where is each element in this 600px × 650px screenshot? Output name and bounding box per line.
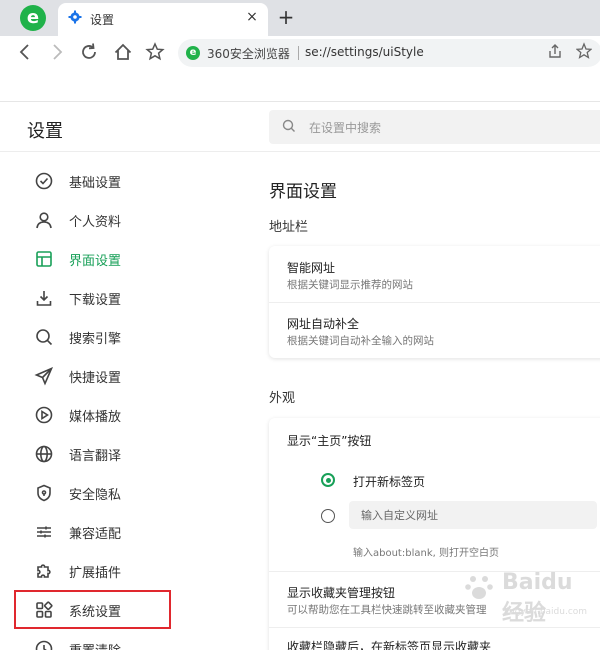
sidebar-item-reset[interactable]: 重置清除 — [22, 629, 222, 650]
group-label-appearance: 外观 — [269, 391, 296, 406]
sidebar-item-download[interactable]: 下载设置 — [22, 278, 222, 316]
sidebar-item-label: 兼容适配 — [69, 527, 122, 542]
settings-search-input[interactable]: 在设置中搜索 — [269, 110, 600, 144]
setting-title-home-button: 显示“主页”按钮 — [287, 434, 372, 448]
sidebar-item-compat[interactable]: 兼容适配 — [22, 512, 222, 550]
browser-toolbar: e 360安全浏览器 se://settings/uiStyle — [0, 36, 600, 70]
highlight-annotation — [14, 590, 171, 629]
search-icon — [281, 118, 297, 134]
sidebar-item-media[interactable]: 媒体播放 — [22, 395, 222, 433]
favorite-star-icon[interactable] — [575, 42, 593, 64]
section-title: 界面设置 — [269, 182, 337, 202]
tab-settings[interactable]: 设置 × — [58, 3, 268, 36]
paw-logo-icon — [464, 572, 494, 609]
play-icon — [34, 405, 54, 425]
forward-icon[interactable] — [46, 40, 68, 64]
sidebar-item-profile[interactable]: 个人资料 — [22, 200, 222, 238]
sidebar-item-label: 个人资料 — [69, 215, 122, 230]
setting-title: 智能网址 — [287, 261, 336, 275]
history-icon — [34, 639, 54, 650]
setting-desc: 根据关键词自动补全输入的网站 — [287, 335, 434, 347]
sidebar-item-label: 界面设置 — [69, 254, 122, 269]
gear-icon — [68, 10, 82, 24]
address-bar-card: 智能网址 根据关键词显示推荐的网站 网址自动补全 根据关键词自动补全输入的网站 — [269, 246, 600, 358]
setting-desc: 根据关键词显示推荐的网站 — [287, 279, 413, 291]
address-bar-url[interactable]: se://settings/uiStyle — [305, 45, 424, 59]
layout-icon — [34, 249, 54, 269]
address-bar-brand: 360安全浏览器 — [207, 47, 290, 61]
sidebar-item-translate[interactable]: 语言翻译 — [22, 434, 222, 472]
custom-url-input[interactable] — [349, 501, 597, 529]
sliders-icon — [34, 522, 54, 542]
sidebar-item-interface[interactable]: 界面设置 — [22, 239, 222, 277]
new-tab-button[interactable]: + — [276, 6, 296, 28]
setting-desc: 可以帮助您在工具栏快速跳转至收藏夹管理 — [287, 604, 487, 616]
address-bar[interactable]: e 360安全浏览器 se://settings/uiStyle — [178, 39, 600, 67]
sidebar-item-search-engine[interactable]: 搜索引擎 — [22, 317, 222, 355]
radio-custom-url[interactable] — [321, 509, 335, 523]
tab-close-icon[interactable]: × — [244, 9, 260, 25]
setting-bookmark-hidden-newtab[interactable]: 收藏栏隐藏后，在新标签页显示收藏夹 — [269, 628, 600, 650]
setting-title: 收藏栏隐藏后，在新标签页显示收藏夹 — [287, 640, 492, 650]
sidebar-item-privacy[interactable]: 安全隐私 — [22, 473, 222, 511]
settings-sidebar: 基础设置 个人资料 界面设置 下载设置 搜索引擎 快捷设置 媒体播放 语言翻译 … — [0, 152, 240, 650]
setting-title: 显示收藏夹管理按钮 — [287, 586, 396, 600]
tab-strip: e 设置 × + — [0, 0, 600, 36]
sidebar-item-label: 安全隐私 — [69, 488, 122, 503]
check-circle-icon — [34, 171, 54, 191]
home-icon[interactable] — [112, 40, 134, 64]
tab-title: 设置 — [90, 13, 115, 27]
sidebar-item-label: 搜索引擎 — [69, 332, 122, 347]
send-icon — [34, 366, 54, 386]
watermark-text: Baidu 经验 — [502, 570, 573, 626]
sidebar-item-label: 下载设置 — [69, 293, 122, 308]
search-placeholder: 在设置中搜索 — [309, 121, 382, 135]
site-security-icon: e — [186, 46, 200, 60]
shield-icon — [34, 483, 54, 503]
share-icon[interactable] — [548, 43, 562, 63]
radio-new-tab[interactable] — [321, 473, 335, 487]
sidebar-item-label: 基础设置 — [69, 176, 122, 191]
baidu-watermark: Baidu 经验 jingyan.baidu.com — [464, 570, 594, 630]
watermark-sub: jingyan.baidu.com — [504, 607, 588, 617]
address-bar-separator — [298, 46, 299, 60]
puzzle-icon — [34, 561, 54, 581]
setting-title: 网址自动补全 — [287, 317, 360, 331]
sidebar-item-extensions[interactable]: 扩展插件 — [22, 551, 222, 589]
download-icon — [34, 288, 54, 308]
radio-new-tab-label: 打开新标签页 — [353, 475, 426, 489]
sidebar-item-label: 媒体播放 — [69, 410, 122, 425]
sidebar-item-basic[interactable]: 基础设置 — [22, 161, 222, 199]
sidebar-item-shortcuts[interactable]: 快捷设置 — [22, 356, 222, 394]
reload-icon[interactable] — [78, 40, 100, 64]
sidebar-item-label: 语言翻译 — [69, 449, 122, 464]
search-icon — [34, 327, 54, 347]
chrome-divider — [0, 101, 600, 102]
browser-logo-icon[interactable]: e — [20, 5, 46, 31]
sidebar-item-label: 扩展插件 — [69, 566, 122, 581]
custom-url-hint: 输入about:blank, 则打开空白页 — [353, 548, 499, 559]
group-label-address-bar: 地址栏 — [269, 220, 309, 235]
user-icon — [34, 210, 54, 230]
globe-icon — [34, 444, 54, 464]
back-icon[interactable] — [14, 40, 36, 64]
bookmark-star-icon[interactable] — [144, 40, 166, 64]
setting-smart-url[interactable]: 智能网址 根据关键词显示推荐的网站 — [269, 246, 600, 302]
sidebar-item-label: 快捷设置 — [69, 371, 122, 386]
page-title: 设置 — [27, 121, 63, 142]
setting-url-autocomplete[interactable]: 网址自动补全 根据关键词自动补全输入的网站 — [269, 303, 600, 358]
sidebar-item-label: 重置清除 — [69, 640, 121, 650]
